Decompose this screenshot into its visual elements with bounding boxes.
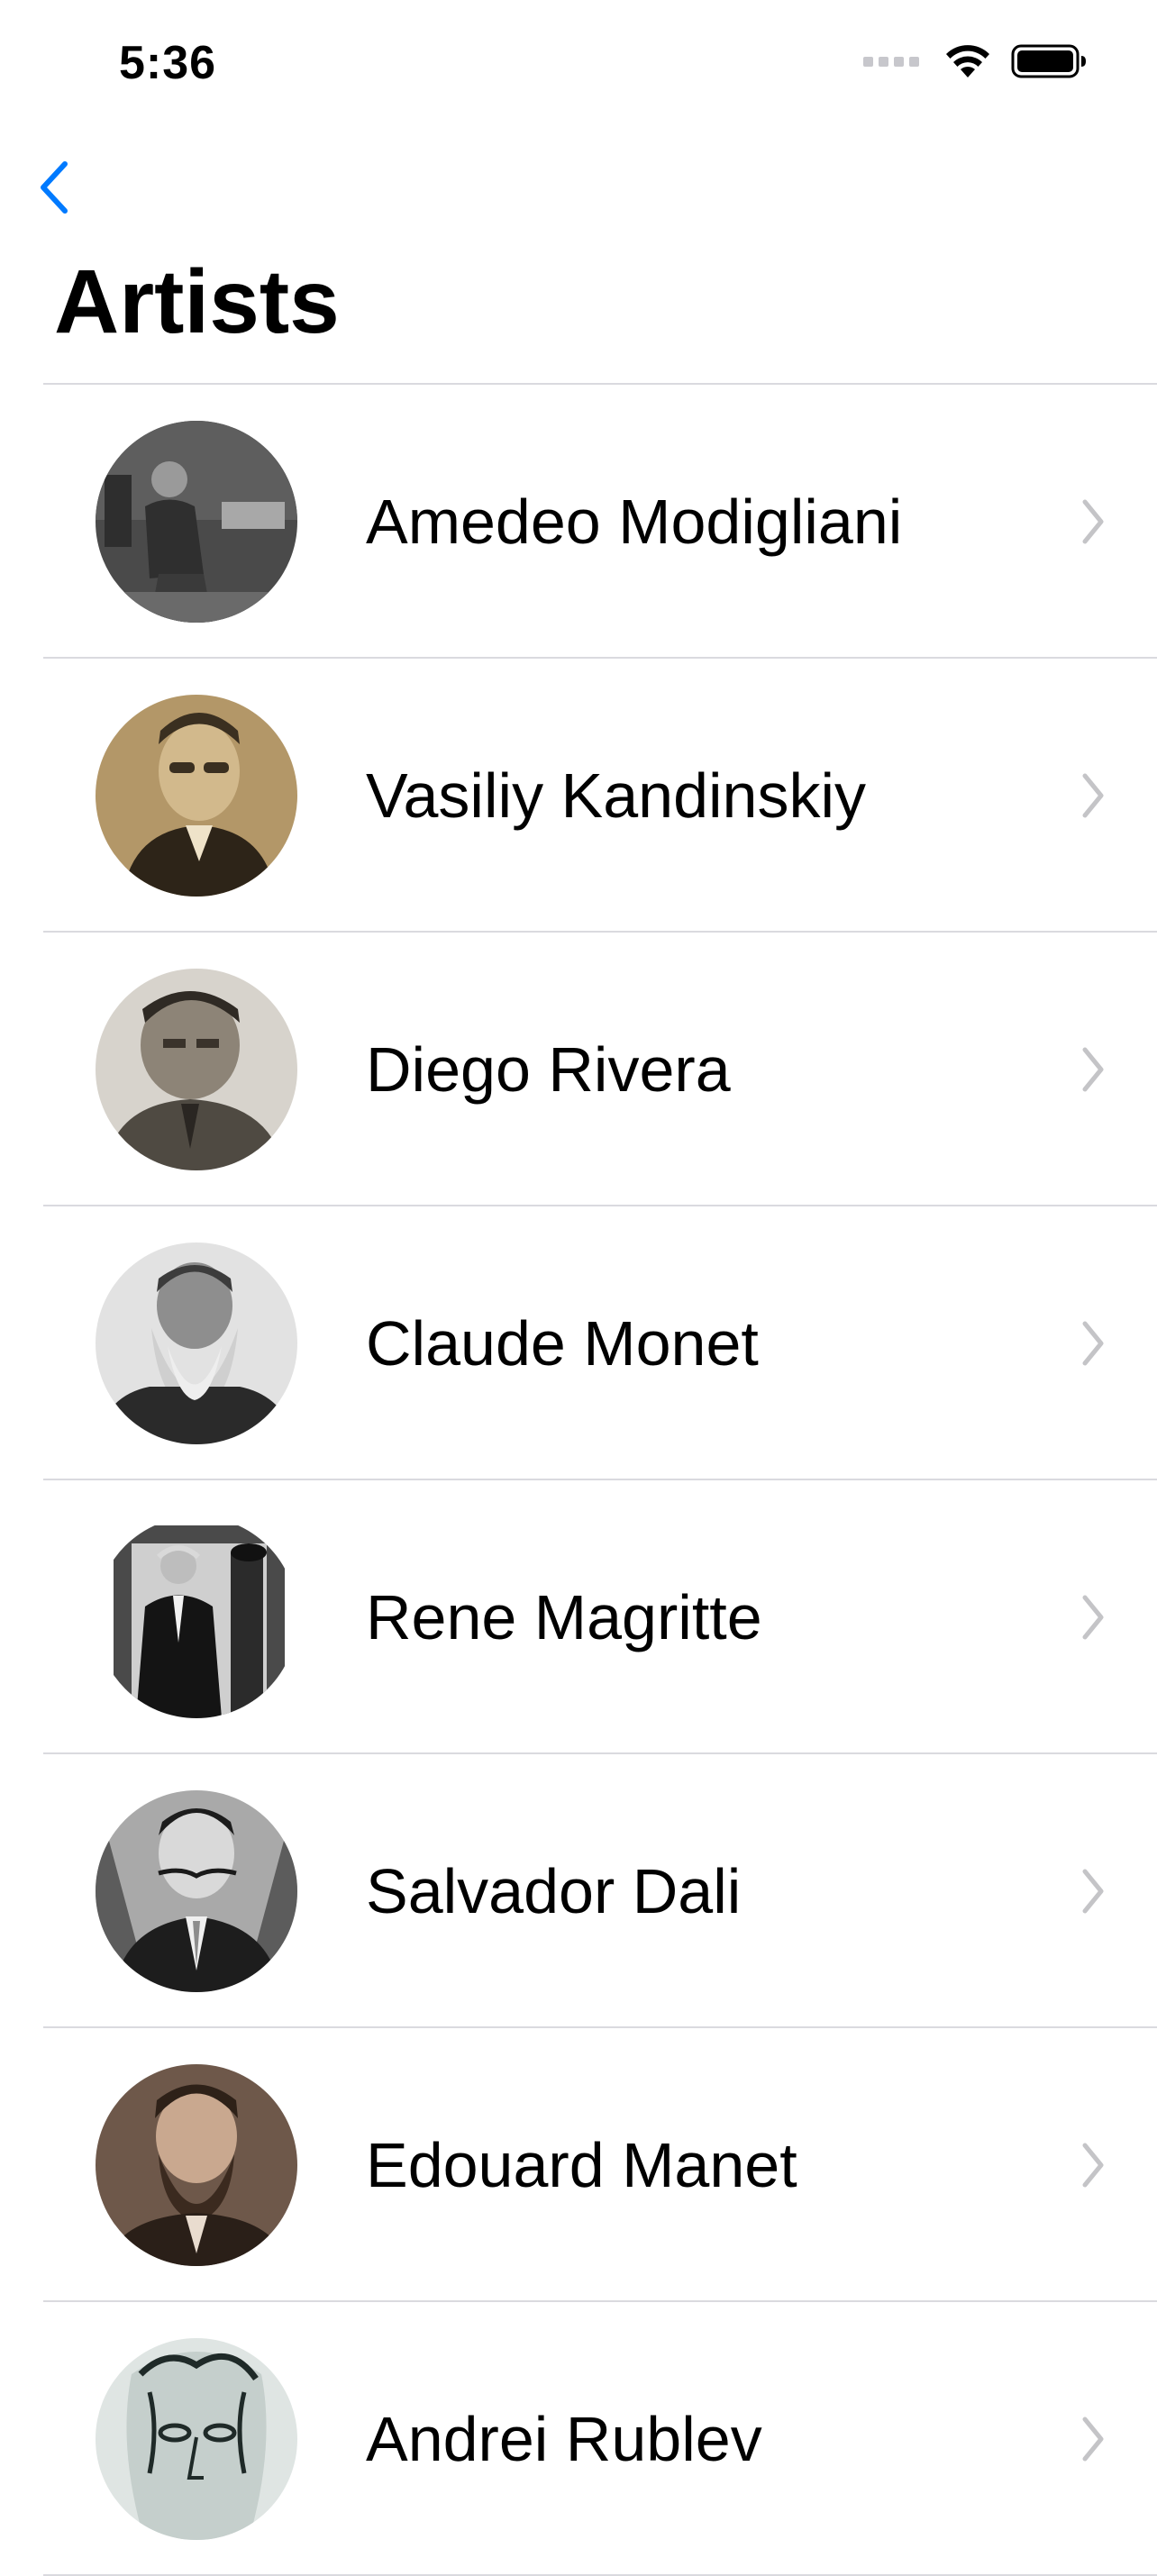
cellular-signal-icon — [863, 56, 919, 67]
status-icons — [863, 43, 1087, 79]
artist-name: Amedeo Modigliani — [366, 487, 903, 557]
avatar — [96, 1790, 297, 1992]
chevron-right-icon — [1082, 1047, 1104, 1092]
avatar — [96, 969, 297, 1170]
page-title: Artists — [54, 251, 340, 352]
avatar — [96, 1516, 297, 1718]
avatar — [96, 695, 297, 897]
artist-row-monet[interactable]: Claude Monet — [43, 1206, 1157, 1480]
artist-name: Andrei Rublev — [366, 2404, 762, 2474]
artist-name: Salvador Dali — [366, 1856, 742, 1926]
status-bar: 5:36 — [0, 0, 1157, 135]
back-button[interactable] — [27, 151, 81, 223]
status-time: 5:36 — [119, 37, 217, 89]
artist-name: Vasiliy Kandinskiy — [366, 760, 867, 831]
battery-icon — [1011, 44, 1086, 78]
artist-row-manet[interactable]: Edouard Manet — [43, 2028, 1157, 2302]
chevron-right-icon — [1082, 773, 1104, 818]
chevron-right-icon — [1082, 1595, 1104, 1640]
wifi-icon — [946, 45, 989, 77]
artist-name: Edouard Manet — [366, 2130, 797, 2200]
chevron-right-icon — [1082, 2417, 1104, 2462]
artist-row-magritte[interactable]: Rene Magritte — [43, 1480, 1157, 1754]
chevron-left-icon — [41, 161, 68, 214]
chevron-right-icon — [1082, 2143, 1104, 2188]
avatar — [96, 1242, 297, 1444]
artist-row-dali[interactable]: Salvador Dali — [43, 1754, 1157, 2028]
chevron-right-icon — [1082, 499, 1104, 544]
artist-row-modigliani[interactable]: Amedeo Modigliani — [43, 385, 1157, 659]
avatar — [96, 421, 297, 623]
avatar — [96, 2064, 297, 2266]
artist-row-rublev[interactable]: Andrei Rublev — [43, 2302, 1157, 2576]
avatar — [96, 2338, 297, 2540]
artist-name: Diego Rivera — [366, 1034, 731, 1105]
artist-name: Claude Monet — [366, 1308, 759, 1379]
artist-row-kandinskiy[interactable]: Vasiliy Kandinskiy — [43, 659, 1157, 933]
chevron-right-icon — [1082, 1321, 1104, 1366]
artist-name: Rene Magritte — [366, 1582, 762, 1652]
chevron-right-icon — [1082, 1869, 1104, 1914]
artist-list: Amedeo Modigliani Vasiliy Kandinskiy Die… — [43, 383, 1157, 2576]
artist-row-rivera[interactable]: Diego Rivera — [43, 933, 1157, 1206]
